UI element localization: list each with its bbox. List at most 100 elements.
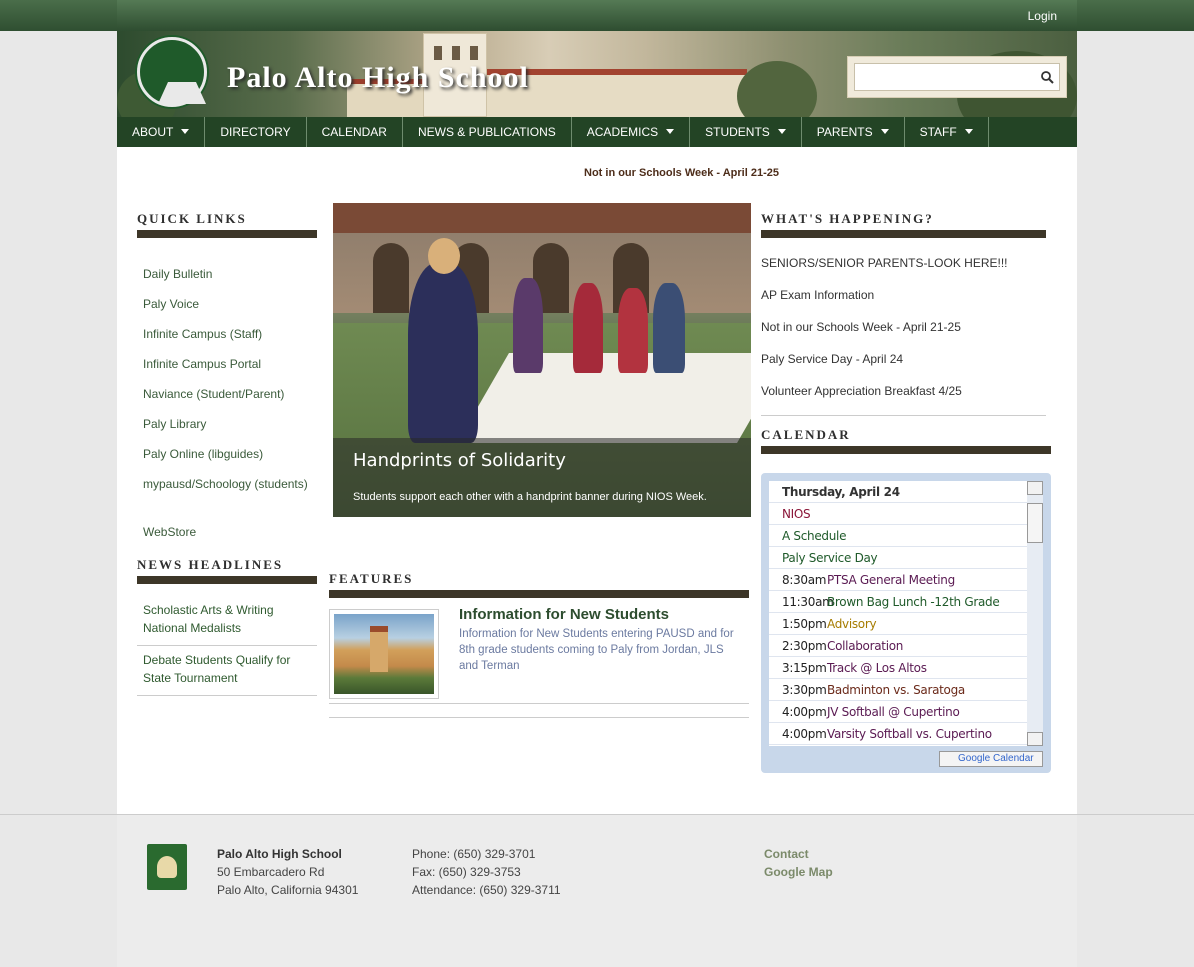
feature-description: Information for New Students entering PA… (459, 628, 734, 672)
calendar-day-header: Thursday, April 24 (769, 481, 1027, 503)
calendar-event-title[interactable]: PTSA General Meeting (827, 573, 955, 587)
calendar-event-row[interactable]: 1:50pmAdvisory (769, 613, 1027, 635)
main-nav: ABOUT DIRECTORY CALENDAR NEWS & PUBLICATION… (117, 117, 1077, 147)
calendar-event-title[interactable]: Badminton vs. Saratoga (827, 683, 965, 697)
slide-image-person (513, 278, 543, 373)
calendar-allday-event[interactable]: Paly Service Day (769, 547, 1027, 569)
quick-link-item[interactable]: Daily Bulletin (137, 265, 317, 295)
google-calendar-button[interactable]: Google Calendar (939, 751, 1043, 767)
school-name-title[interactable]: Palo Alto High School (227, 61, 529, 95)
calendar-allday-event[interactable]: NIOS (769, 503, 1027, 525)
whats-happening-title: WHAT'S HAPPENING? (761, 211, 934, 226)
dropdown-arrow-icon (666, 129, 675, 134)
dropdown-arrow-icon (181, 129, 190, 134)
happening-item[interactable]: Not in our Schools Week - April 21-25 (761, 319, 1046, 351)
nav-item-parents[interactable]: PARENTS (802, 117, 905, 147)
section-bar (761, 230, 1046, 238)
calendar-event-row[interactable]: 8:30amPTSA General Meeting (769, 569, 1027, 591)
calendar-event-title[interactable]: JV Softball @ Cupertino (827, 705, 960, 719)
nav-item-news-publications[interactable]: NEWS & PUBLICATIONS (403, 117, 572, 147)
nav-item-label: ACADEMICS (586, 125, 659, 139)
happening-item[interactable]: Paly Service Day - April 24 (761, 351, 1046, 383)
quick-link-item[interactable]: Infinite Campus (Staff) (137, 325, 317, 355)
news-list: Scholastic Arts & Writing National Medal… (137, 596, 317, 696)
footer-links: Contact Google Map (764, 845, 833, 881)
calendar-event-row[interactable]: 3:15pmTrack @ Los Altos (769, 657, 1027, 679)
scroll-down-arrow-icon[interactable] (1027, 732, 1043, 746)
feature-item: Information for New Students Information… (329, 606, 749, 704)
footer-phones: Phone: (650) 329-3701 Fax: (650) 329-375… (412, 845, 561, 899)
slide-caption-text: Students support each other with a handp… (353, 491, 707, 503)
section-bar (761, 446, 1051, 454)
calendar-event-time: 4:00pm (782, 727, 827, 741)
calendar-event-time: 3:15pm (782, 661, 827, 675)
calendar-event-title[interactable]: Varsity Softball vs. Cupertino (827, 727, 992, 741)
calendar-event-title[interactable]: Track @ Los Altos (827, 661, 927, 675)
quick-link-item[interactable]: Naviance (Student/Parent) (137, 385, 317, 415)
news-headline-item[interactable]: Scholastic Arts & Writing National Medal… (137, 596, 317, 646)
slide-caption-title[interactable]: Handprints of Solidarity (353, 450, 566, 471)
feature-image (334, 614, 434, 694)
calendar-box: Thursday, April 24 NIOS A Schedule Paly Se… (761, 473, 1051, 773)
search-icon[interactable] (1040, 70, 1054, 84)
nav-item-label: ABOUT (132, 125, 174, 139)
footer-fax: Fax: (650) 329-3753 (412, 865, 521, 879)
nav-item-students[interactable]: STUDENTS (690, 117, 802, 147)
calendar-event-time: 1:50pm (782, 617, 827, 631)
calendar-event-row[interactable]: 2:30pmCollaboration (769, 635, 1027, 657)
quick-link-item[interactable]: WebStore (137, 523, 317, 553)
nav-item-label: PARENTS (816, 125, 873, 139)
slide-image-roof (333, 203, 751, 233)
quick-links-title: QUICK LINKS (137, 211, 247, 226)
calendar-scrollbar[interactable] (1027, 481, 1043, 746)
happening-item[interactable]: Volunteer Appreciation Breakfast 4/25 (761, 383, 1046, 415)
section-bar (137, 576, 317, 584)
calendar-event-time: 2:30pm (782, 639, 827, 653)
nav-item-academics[interactable]: ACADEMICS (572, 117, 691, 147)
slide-image-person (573, 283, 603, 373)
calendar-allday-event[interactable]: A Schedule (769, 525, 1027, 547)
footer-google-map-link[interactable]: Google Map (764, 863, 833, 881)
header-banner: Palo Alto High School (117, 31, 1077, 117)
calendar-agenda: Thursday, April 24 NIOS A Schedule Paly Se… (769, 481, 1027, 746)
calendar-event-title[interactable]: Brown Bag Lunch -12th Grade (827, 595, 1000, 609)
announcement-banner[interactable]: Not in our Schools Week - April 21-25 (584, 167, 779, 179)
scroll-thumb[interactable] (1027, 503, 1043, 543)
feature-divider (329, 710, 749, 718)
nav-item-staff[interactable]: STAFF (905, 117, 989, 147)
calendar-event-row[interactable]: 3:30pmBadminton vs. Saratoga (769, 679, 1027, 701)
calendar-event-row[interactable]: 11:30amBrown Bag Lunch -12th Grade (769, 591, 1027, 613)
footer-contact-link[interactable]: Contact (764, 845, 833, 863)
happening-item[interactable]: AP Exam Information (761, 287, 1046, 319)
calendar-widget: CALENDAR Thursday, April 24 NIOS A Schedu… (761, 427, 1051, 773)
search-input[interactable] (854, 63, 1060, 91)
quick-link-item[interactable]: Infinite Campus Portal (137, 355, 317, 385)
slide-image-person (408, 263, 478, 443)
calendar-event-title[interactable]: Advisory (827, 617, 877, 631)
slide-image-head (428, 238, 460, 274)
nav-item-label: NEWS & PUBLICATIONS (417, 125, 556, 139)
whats-happening: WHAT'S HAPPENING? SENIORS/SENIOR PARENTS… (761, 211, 1046, 416)
nav-item-directory[interactable]: DIRECTORY (205, 117, 307, 147)
quick-link-item[interactable]: Paly Online (libguides) (137, 445, 317, 475)
scroll-up-arrow-icon[interactable] (1027, 481, 1043, 495)
calendar-title: CALENDAR (761, 427, 851, 442)
news-headline-item[interactable]: Debate Students Qualify for State Tourna… (137, 646, 317, 696)
feature-thumbnail[interactable] (329, 609, 439, 699)
school-seal-logo[interactable] (137, 37, 207, 107)
feature-title[interactable]: Information for New Students (459, 606, 669, 623)
quick-link-item[interactable]: mypausd/Schoology (students) (137, 475, 317, 523)
calendar-event-row[interactable]: 4:00pmJV Softball @ Cupertino (769, 701, 1027, 723)
nav-item-calendar[interactable]: CALENDAR (307, 117, 403, 147)
calendar-event-row[interactable]: 4:00pmVarsity Softball vs. Cupertino (769, 723, 1027, 745)
quick-link-item[interactable]: Paly Voice (137, 295, 317, 325)
footer-phone: Phone: (650) 329-3701 (412, 847, 536, 861)
nav-item-about[interactable]: ABOUT (117, 117, 206, 147)
dropdown-arrow-icon (880, 129, 889, 134)
quick-link-item[interactable]: Paly Library (137, 415, 317, 445)
footer-address-line2: Palo Alto, California 94301 (217, 883, 359, 897)
login-link[interactable]: Login (1028, 9, 1057, 23)
happening-item[interactable]: SENIORS/SENIOR PARENTS-LOOK HERE!!! (761, 255, 1046, 287)
slideshow[interactable]: Handprints of Solidarity Students suppor… (333, 203, 751, 517)
calendar-event-title[interactable]: Collaboration (827, 639, 903, 653)
